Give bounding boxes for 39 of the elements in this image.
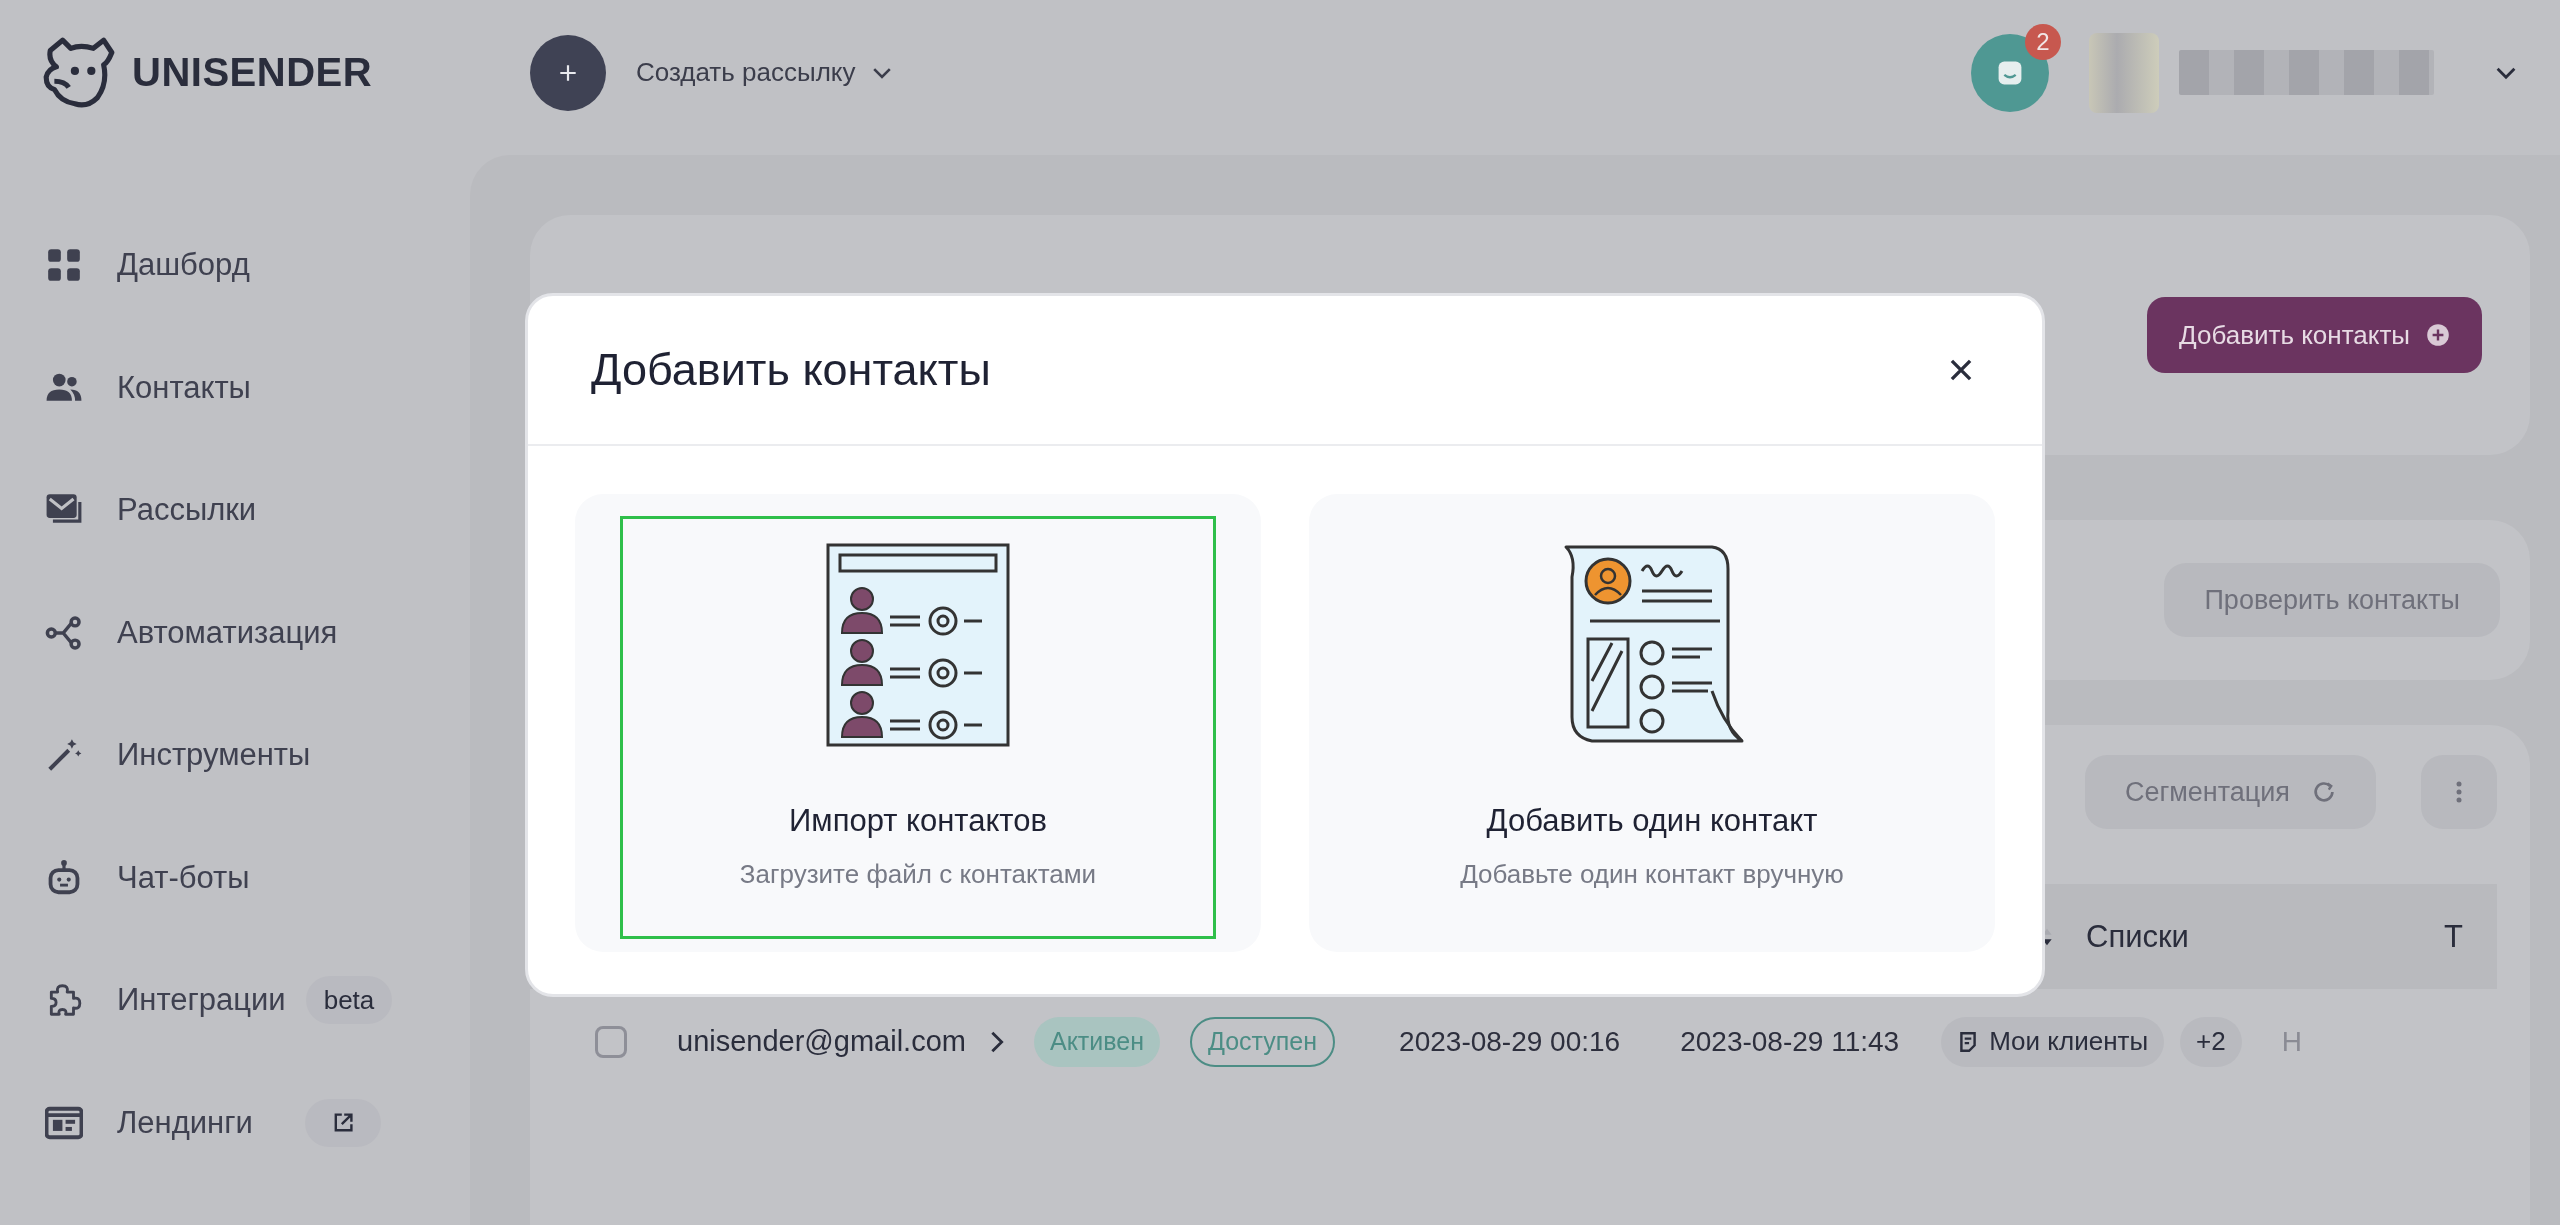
close-icon[interactable] — [1948, 357, 1974, 383]
more-lists-chip[interactable]: +2 — [2180, 1016, 2242, 1067]
date-cell: 2023-08-29 00:16 — [1399, 1025, 1621, 1058]
nav-link[interactable]: Дашборд — [117, 247, 250, 284]
nav-link[interactable]: Лендинги — [117, 1104, 253, 1141]
column-header: Списки — [2086, 918, 2189, 955]
row-checkbox[interactable] — [595, 1025, 627, 1058]
list-chip[interactable]: Мои клиенты — [1941, 1016, 2165, 1067]
refresh-icon — [2312, 780, 2336, 804]
nodes-icon — [45, 613, 83, 652]
chevron-right-icon[interactable] — [989, 1029, 1004, 1054]
list-name: Мои клиенты — [1989, 1026, 2149, 1057]
nav-link[interactable]: Интеграции — [117, 982, 286, 1019]
option-description: Добавьте один контакт вручную — [1460, 859, 1844, 890]
option-title: Импорт контактов — [789, 803, 1047, 839]
option-description: Загрузите файл с контактами — [739, 859, 1097, 890]
option-card[interactable]: Импорт контактов Загрузите файл с контактами — [575, 494, 1261, 952]
create-menu[interactable]: Создать рассылку — [636, 57, 896, 88]
nav-link[interactable]: Рассылки — [117, 492, 257, 529]
nav-link[interactable]: Автоматизация — [117, 614, 338, 651]
add-contacts-button[interactable]: Добавить контакты — [2147, 297, 2482, 373]
external-link-button[interactable] — [304, 1098, 381, 1147]
beta-tag: beta — [305, 976, 393, 1025]
nav-link[interactable]: Чат-боты — [117, 859, 250, 896]
status-badge: Доступен — [1190, 1016, 1336, 1067]
date-cell: 2023-08-29 11:43 — [1680, 1025, 1900, 1058]
option-title: Добавить один контакт — [1486, 803, 1818, 839]
column-header: Т — [2443, 918, 2463, 955]
logo-text: UNISENDER — [132, 50, 373, 95]
status-badge: Активен — [1033, 1016, 1160, 1067]
email-link[interactable]: unisender@gmail.com — [677, 1025, 966, 1058]
dialog-title: Добавить контакты — [591, 344, 991, 396]
notification-badge: 2 — [2025, 23, 2061, 60]
more-icon — [2456, 781, 2462, 803]
plus-circle-icon — [2426, 323, 2450, 347]
table-cell: Н — [2281, 1025, 2302, 1058]
option-card[interactable]: Добавить один контакт Добавьте один контакт вручную — [1309, 494, 1995, 952]
nav-link[interactable]: Контакты — [117, 369, 251, 406]
nav-link[interactable]: Инструменты — [117, 737, 311, 774]
